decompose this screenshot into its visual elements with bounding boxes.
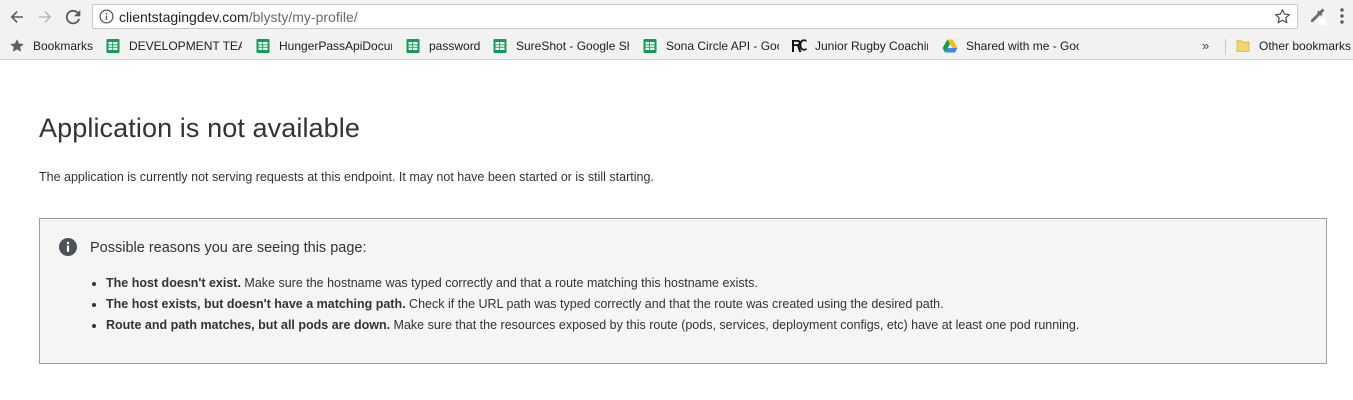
bookmark-label: HungerPassApiDocum bbox=[279, 39, 392, 53]
possible-reasons-panel: Possible reasons you are seeing this pag… bbox=[39, 218, 1327, 364]
info-circle-icon bbox=[59, 238, 77, 256]
bookmark-item-bookmarks[interactable]: Bookmarks bbox=[9, 37, 99, 55]
reason-emphasis: Route and path matches, but all pods are… bbox=[106, 318, 391, 332]
sheets-icon bbox=[406, 39, 420, 53]
sheets-icon bbox=[256, 39, 270, 53]
url-path: /blysty/my-profile/ bbox=[248, 9, 358, 25]
list-item: The host exists, but doesn't have a matc… bbox=[106, 295, 1306, 316]
bookmark-label: password bbox=[429, 39, 481, 53]
bookmarks-overflow-chevron-icon[interactable]: » bbox=[1202, 38, 1209, 53]
bookmark-label: Bookmarks bbox=[33, 39, 94, 53]
star-icon bbox=[10, 39, 24, 52]
bookmark-item-sona-circle-api[interactable]: Sona Circle API - Goo bbox=[642, 37, 779, 55]
url-host: clientstagingdev.com bbox=[119, 9, 249, 25]
bookmark-item-password[interactable]: password bbox=[405, 37, 485, 55]
reason-text: Check if the URL path was typed correctl… bbox=[405, 297, 944, 311]
page-title: Application is not available bbox=[39, 113, 360, 143]
bookmark-label: Shared with me - Goo bbox=[966, 39, 1079, 53]
reason-emphasis: The host exists, but doesn't have a matc… bbox=[106, 297, 406, 311]
drive-icon bbox=[942, 39, 958, 53]
address-bar[interactable]: clientstagingdev.com/blysty/my-profile/ bbox=[92, 4, 1298, 29]
bookmark-label: DEVELOPMENT TEAM bbox=[129, 39, 242, 53]
reload-button[interactable] bbox=[62, 6, 84, 28]
rc-logo-icon bbox=[792, 39, 807, 52]
url-text[interactable]: clientstagingdev.com/blysty/my-profile/ bbox=[119, 9, 358, 25]
reasons-list: The host doesn't exist. Make sure the ho… bbox=[106, 274, 1306, 337]
forward-button[interactable] bbox=[34, 6, 56, 28]
bookmark-item-sureshot[interactable]: SureShot - Google Sh bbox=[492, 37, 629, 55]
forward-arrow-icon bbox=[39, 11, 52, 23]
bookmark-item-development-team[interactable]: DEVELOPMENT TEAM bbox=[105, 37, 242, 55]
bookmark-label: SureShot - Google Sh bbox=[516, 39, 629, 53]
reason-text: Make sure that the resources exposed by … bbox=[390, 318, 1080, 332]
eyedropper-extension-icon[interactable] bbox=[1307, 6, 1327, 26]
list-item: The host doesn't exist. Make sure the ho… bbox=[106, 274, 1306, 295]
reason-text: Make sure the hostname was typed correct… bbox=[240, 276, 758, 290]
bookmark-label: Junior Rugby Coachin bbox=[815, 39, 928, 53]
bookmark-label: Other bookmarks bbox=[1259, 39, 1352, 53]
page-description: The application is currently not serving… bbox=[39, 170, 654, 184]
bookmark-item-other-bookmarks[interactable]: Other bookmarks bbox=[1235, 37, 1353, 55]
bookmarks-divider bbox=[1225, 39, 1226, 55]
back-arrow-icon bbox=[10, 11, 23, 23]
sheets-icon bbox=[493, 39, 507, 53]
sheets-icon bbox=[106, 39, 120, 53]
page-content: Application is not available The applica… bbox=[0, 61, 1353, 400]
bookmark-item-hungerpass-api[interactable]: HungerPassApiDocum bbox=[255, 37, 392, 55]
bookmark-item-shared-with-me[interactable]: Shared with me - Goo bbox=[942, 37, 1079, 55]
reasons-heading: Possible reasons you are seeing this pag… bbox=[90, 240, 367, 256]
bookmark-label: Sona Circle API - Goo bbox=[666, 39, 779, 53]
info-icon[interactable] bbox=[99, 9, 114, 24]
list-item: Route and path matches, but all pods are… bbox=[106, 316, 1306, 337]
bookmarks-bar: Bookmarks DEVELOPMENT TEAM HungerPassApi… bbox=[0, 33, 1353, 60]
browser-toolbar: clientstagingdev.com/blysty/my-profile/ bbox=[0, 0, 1353, 33]
back-button[interactable] bbox=[6, 6, 28, 28]
kebab-menu-icon[interactable] bbox=[1339, 7, 1345, 25]
reason-emphasis: The host doesn't exist. bbox=[106, 276, 241, 290]
sheets-icon bbox=[643, 39, 657, 53]
folder-icon bbox=[1236, 40, 1250, 52]
bookmark-item-junior-rugby[interactable]: Junior Rugby Coachin bbox=[791, 37, 928, 55]
reload-icon bbox=[65, 9, 81, 25]
bookmark-star-icon[interactable] bbox=[1274, 8, 1291, 25]
